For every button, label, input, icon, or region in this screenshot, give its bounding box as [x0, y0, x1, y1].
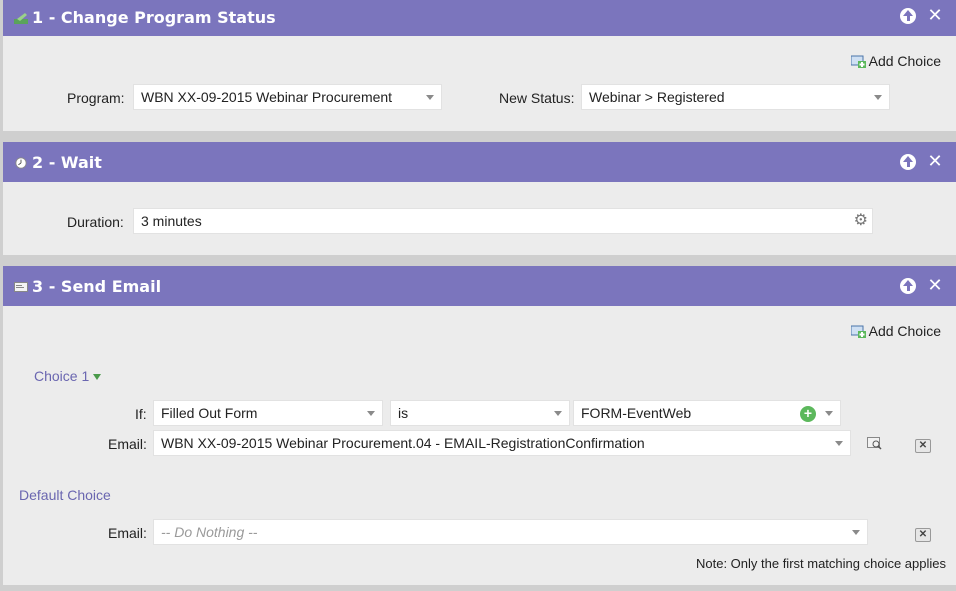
step-wait: 2 - Wait ✕ Duration: 3 minutes ⚙ — [3, 142, 956, 255]
choice-1-header[interactable]: Choice 1 — [34, 368, 102, 384]
if-label: If: — [135, 406, 147, 422]
chevron-down-icon — [835, 441, 843, 446]
if-value: FORM-EventWeb — [581, 405, 692, 421]
add-choice-button[interactable]: Add Choice — [850, 53, 941, 69]
chevron-down-icon — [554, 411, 562, 416]
add-choice-label: Add Choice — [868, 53, 941, 69]
if-field-value: Filled Out Form — [161, 405, 258, 421]
new-status-select[interactable]: Webinar > Registered — [581, 84, 890, 110]
email-value: WBN XX-09-2015 Webinar Procurement.04 - … — [161, 435, 645, 451]
move-up-icon[interactable] — [900, 154, 916, 170]
step-header[interactable]: 2 - Wait ✕ — [3, 142, 956, 182]
duration-value: 3 minutes — [141, 213, 202, 229]
step-header[interactable]: 1 - Change Program Status ✕ — [3, 0, 956, 36]
add-value-icon[interactable]: + — [800, 406, 816, 422]
new-status-value: Webinar > Registered — [589, 89, 725, 105]
preview-email-icon[interactable] — [867, 437, 883, 451]
clock-icon — [15, 157, 27, 169]
chevron-down-icon — [426, 95, 434, 100]
default-email-select[interactable]: -- Do Nothing -- — [153, 519, 868, 545]
add-choice-button[interactable]: Add Choice — [850, 323, 941, 339]
move-up-icon[interactable] — [900, 8, 916, 24]
step-title: 1 - Change Program Status — [32, 8, 276, 27]
edit-pencil-icon — [14, 13, 28, 24]
close-icon[interactable]: ✕ — [927, 153, 943, 171]
gear-icon[interactable]: ⚙ — [854, 212, 868, 230]
close-icon[interactable]: ✕ — [927, 7, 943, 25]
duration-label: Duration: — [67, 214, 124, 230]
new-status-label: New Status: — [499, 90, 575, 106]
program-label: Program: — [67, 90, 125, 106]
choice-label: Choice 1 — [34, 368, 90, 384]
email-icon — [14, 282, 28, 292]
if-value-select[interactable]: FORM-EventWeb + — [573, 400, 841, 426]
close-icon[interactable]: ✕ — [927, 277, 943, 295]
duration-input[interactable]: 3 minutes ⚙ — [133, 208, 873, 234]
chevron-down-icon — [874, 95, 882, 100]
add-choice-label: Add Choice — [868, 323, 941, 339]
default-choice-header: Default Choice — [19, 487, 111, 503]
collapse-triangle-icon — [93, 374, 102, 380]
step-title: 2 - Wait — [32, 153, 102, 172]
move-up-icon[interactable] — [900, 278, 916, 294]
matching-note: Note: Only the first matching choice app… — [695, 556, 946, 571]
step-title: 3 - Send Email — [32, 277, 162, 296]
program-select[interactable]: WBN XX-09-2015 Webinar Procurement — [133, 84, 442, 110]
delete-default-icon[interactable]: ✕ — [915, 528, 931, 542]
chevron-down-icon — [825, 411, 833, 416]
add-choice-icon — [850, 325, 867, 338]
email-select[interactable]: WBN XX-09-2015 Webinar Procurement.04 - … — [153, 430, 851, 456]
default-email-value: -- Do Nothing -- — [161, 524, 258, 540]
if-operator-value: is — [398, 405, 409, 421]
default-email-label: Email: — [108, 525, 147, 541]
if-operator-select[interactable]: is — [390, 400, 570, 426]
step-send-email: 3 - Send Email ✕ Add Choice Choice 1 If:… — [3, 266, 956, 585]
delete-choice-icon[interactable]: ✕ — [915, 439, 931, 453]
step-change-program-status: 1 - Change Program Status ✕ Add Choice P… — [3, 0, 956, 131]
email-label: Email: — [108, 436, 147, 452]
chevron-down-icon — [852, 530, 860, 535]
if-field-select[interactable]: Filled Out Form — [153, 400, 383, 426]
step-header[interactable]: 3 - Send Email ✕ — [3, 266, 956, 306]
program-value: WBN XX-09-2015 Webinar Procurement — [141, 89, 393, 105]
add-choice-icon — [850, 55, 867, 68]
chevron-down-icon — [367, 411, 375, 416]
default-choice-label: Default Choice — [19, 487, 111, 503]
